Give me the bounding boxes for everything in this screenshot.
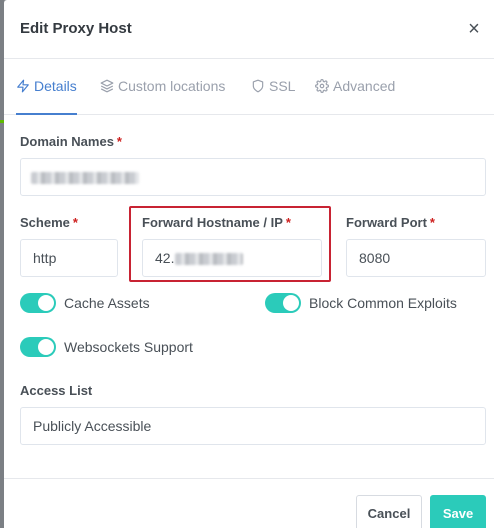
tab-advanced-label: Advanced	[333, 78, 396, 94]
edit-proxy-host-modal: Edit Proxy Host × Details Custom locatio…	[4, 0, 494, 528]
tab-ssl-label: SSL	[269, 78, 296, 94]
forward-port-label-text: Forward Port	[346, 215, 427, 230]
tab-custom-locations-label: Custom locations	[118, 78, 226, 94]
block-exploits-toggle[interactable]: Block Common Exploits	[265, 293, 457, 313]
forward-hostname-label-text: Forward Hostname / IP	[142, 215, 283, 230]
toggle-switch[interactable]	[20, 293, 56, 313]
tab-custom-locations[interactable]: Custom locations	[100, 78, 225, 114]
toggle-knob	[38, 339, 54, 355]
tab-bar: Details Custom locations SSL Advanced	[4, 60, 494, 115]
cache-assets-toggle[interactable]: Cache Assets	[20, 293, 150, 313]
cancel-button[interactable]: Cancel	[356, 495, 422, 528]
scheme-value: http	[33, 250, 57, 266]
domain-names-label: Domain Names *	[20, 134, 122, 149]
cache-assets-label: Cache Assets	[64, 295, 150, 311]
toggle-knob	[38, 295, 54, 311]
forward-port-value: 8080	[359, 250, 391, 266]
websockets-label: Websockets Support	[64, 339, 193, 355]
layers-icon	[100, 79, 114, 93]
modal-header: Edit Proxy Host ×	[4, 0, 494, 59]
scheme-label: Scheme *	[20, 215, 78, 230]
tab-details[interactable]: Details	[16, 78, 77, 115]
shield-icon	[252, 79, 264, 93]
required-mark: *	[116, 134, 122, 149]
modal-footer: Cancel Save	[4, 478, 494, 528]
forward-port-input[interactable]: 8080	[346, 239, 486, 277]
access-list-value: Publicly Accessible	[33, 418, 152, 434]
close-icon[interactable]: ×	[466, 19, 482, 39]
block-exploits-label: Block Common Exploits	[309, 295, 457, 311]
access-list-label-text: Access List	[20, 383, 93, 398]
gear-icon	[315, 79, 329, 93]
toggle-switch[interactable]	[265, 293, 301, 313]
tab-ssl[interactable]: SSL	[251, 78, 295, 114]
scheme-select[interactable]: http	[20, 239, 118, 277]
scheme-label-text: Scheme	[20, 215, 70, 230]
websockets-toggle[interactable]: Websockets Support	[20, 337, 193, 357]
tab-details-label: Details	[34, 78, 77, 94]
required-mark: *	[72, 215, 78, 230]
forward-hostname-label: Forward Hostname / IP *	[142, 215, 291, 230]
forward-hostname-value: 42.	[155, 250, 175, 266]
toggle-switch[interactable]	[20, 337, 56, 357]
save-button[interactable]: Save	[430, 495, 486, 528]
domain-names-input[interactable]	[20, 158, 486, 196]
zap-icon	[17, 79, 29, 93]
access-list-select[interactable]: Publicly Accessible	[20, 407, 486, 445]
forward-port-label: Forward Port *	[346, 215, 435, 230]
modal-title: Edit Proxy Host	[20, 20, 132, 37]
redacted-domain	[31, 172, 139, 185]
required-mark: *	[429, 215, 435, 230]
forward-hostname-input[interactable]: 42.	[142, 239, 322, 277]
access-list-label: Access List	[20, 383, 92, 398]
tab-advanced[interactable]: Advanced	[315, 78, 395, 114]
required-mark: *	[285, 215, 291, 230]
redacted-hostname	[175, 253, 244, 266]
toggle-knob	[283, 295, 299, 311]
domain-names-label-text: Domain Names	[20, 134, 114, 149]
